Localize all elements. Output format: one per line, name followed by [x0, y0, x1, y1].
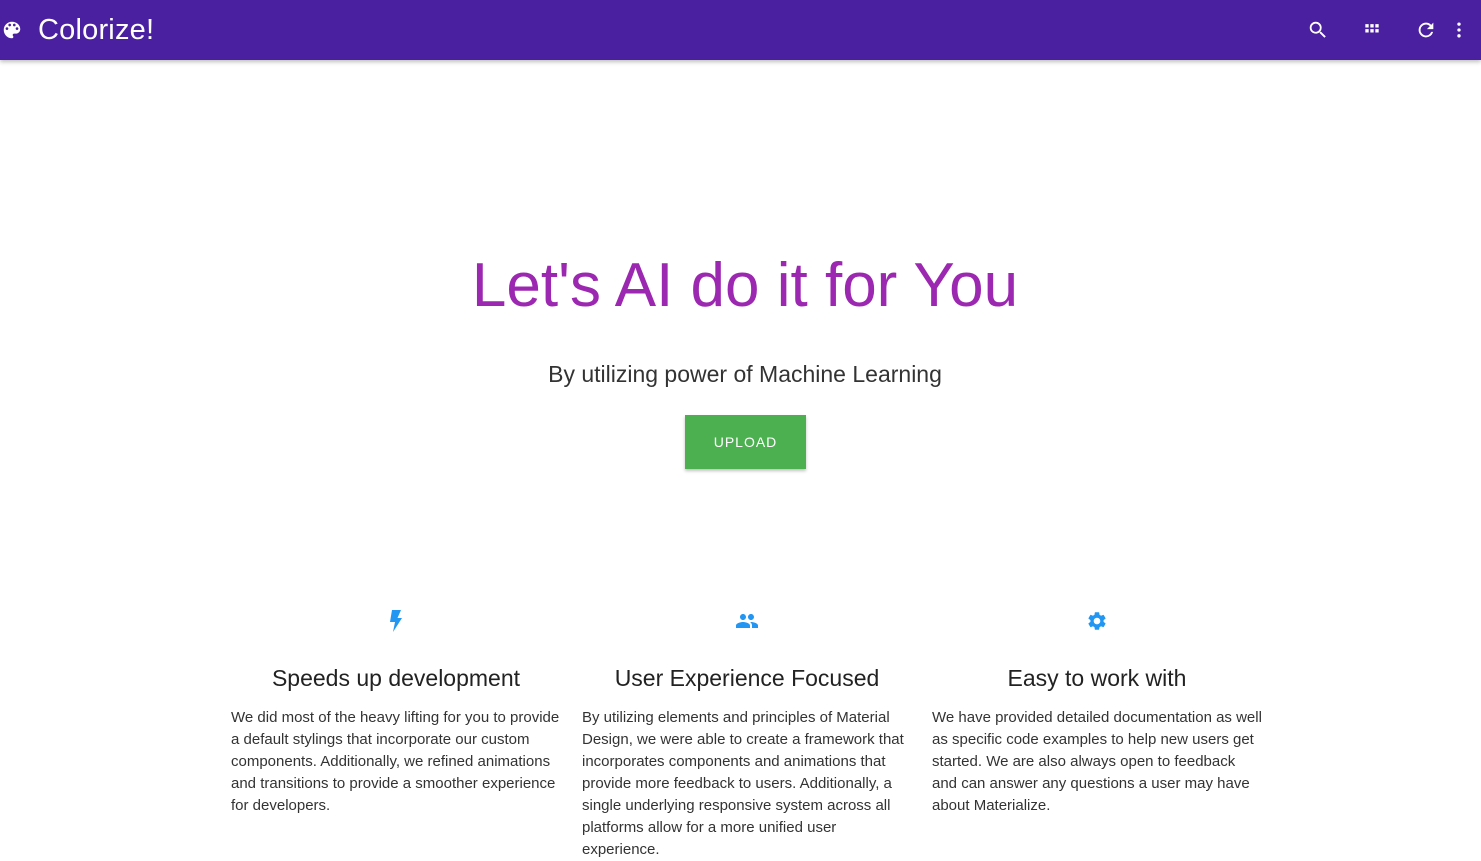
hero-title: Let's AI do it for You	[471, 251, 1019, 320]
flash-icon	[390, 610, 402, 632]
feature-text: We have provided detailed documentation …	[932, 709, 1262, 814]
feature-text: We did most of the heavy lifting for you…	[231, 709, 560, 814]
feature-speed: Speeds up development We did most of the…	[231, 605, 561, 817]
hero-subtitle: By utilizing power of Machine Learning	[548, 361, 942, 387]
feature-ux: User Experience Focused By utilizing ele…	[582, 605, 912, 861]
top-navbar: Colorize!	[0, 0, 1481, 60]
upload-button[interactable]: UPLOAD	[685, 415, 806, 469]
palette-icon	[0, 18, 24, 42]
search-icon	[1309, 21, 1326, 38]
nav-actions	[1291, 0, 1481, 60]
apps-button[interactable]	[1345, 0, 1399, 60]
search-button[interactable]	[1291, 0, 1345, 60]
more-vert-icon	[1457, 22, 1461, 38]
apps-grid-icon	[1365, 24, 1379, 33]
feature-text: By utilizing elements and principles of …	[582, 709, 904, 858]
feature-title: User Experience Focused	[614, 665, 880, 691]
feature-title: Easy to work with	[1007, 665, 1187, 691]
group-icon	[736, 614, 758, 628]
feature-easy: Easy to work with We have provided detai…	[932, 605, 1262, 817]
settings-icon	[1088, 612, 1106, 630]
refresh-button[interactable]	[1399, 0, 1453, 60]
feature-title: Speeds up development	[271, 665, 521, 691]
refresh-icon	[1418, 22, 1434, 38]
brand-logo[interactable]: Colorize!	[0, 0, 154, 60]
app-title: Colorize!	[38, 13, 155, 46]
more-button[interactable]	[1453, 0, 1481, 60]
